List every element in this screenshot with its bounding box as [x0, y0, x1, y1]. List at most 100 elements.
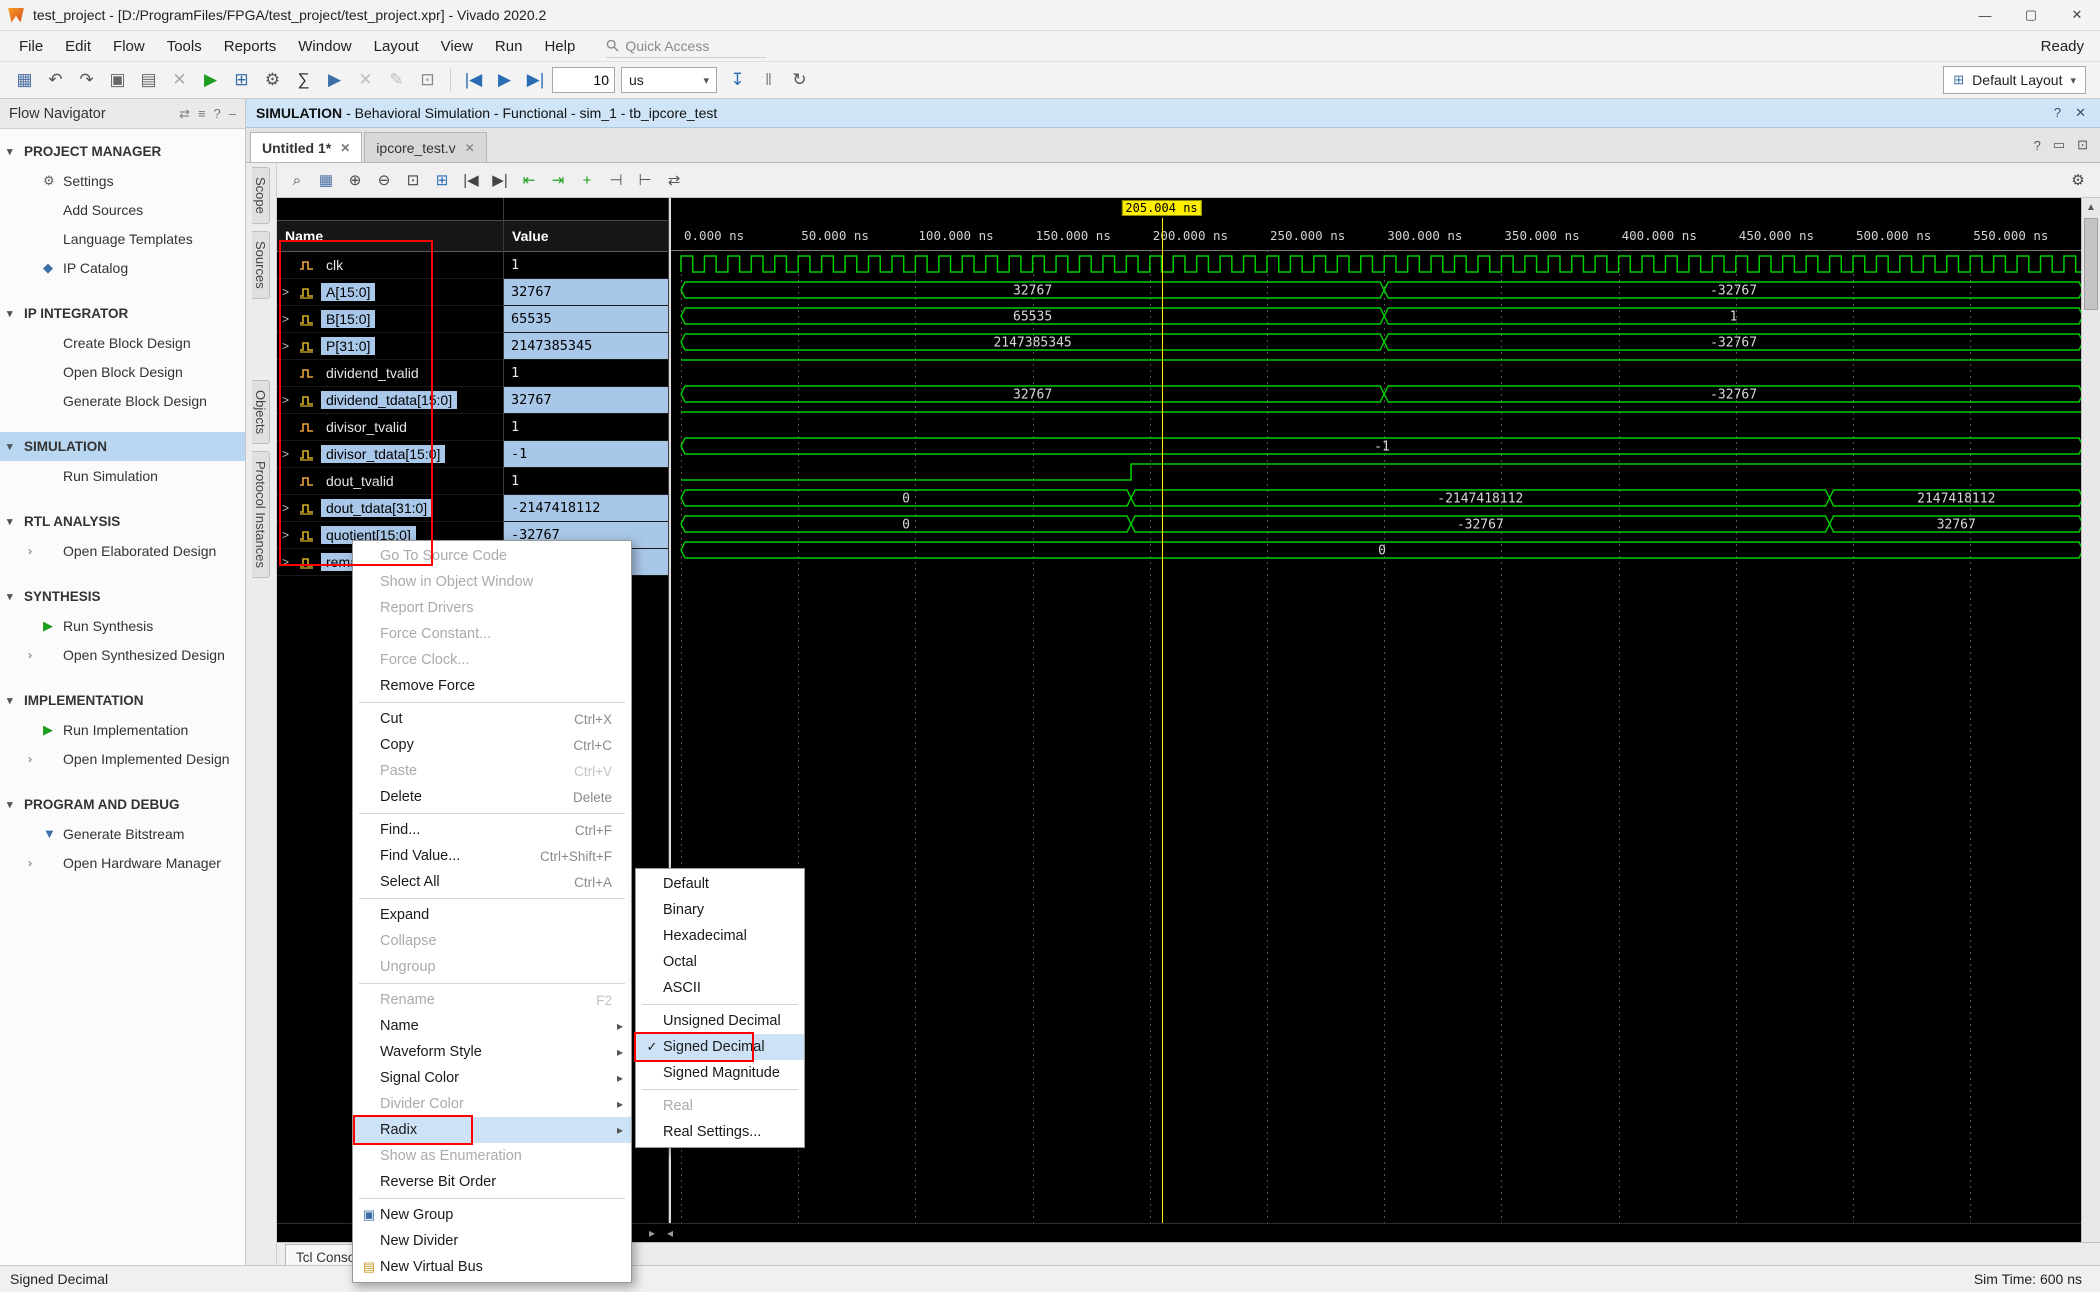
signal-value-divisor-tdata-15-0[interactable]: -1 — [504, 441, 668, 468]
toggle-icon[interactable]: ⇄ — [179, 106, 190, 122]
flow-section-header-simulation[interactable]: ▾SIMULATION — [0, 432, 245, 461]
flow-section-header-ip-integrator[interactable]: ▾IP INTEGRATOR — [0, 299, 245, 328]
wave-row-quotient-15-0[interactable]: 0-3276732767 — [671, 511, 2081, 537]
menu-run[interactable]: Run — [484, 38, 534, 55]
next-edge-icon[interactable]: ⊢ — [632, 168, 658, 192]
radix-option-unsigned-decimal[interactable]: Unsigned Decimal — [636, 1008, 804, 1034]
run-all-icon[interactable]: ▶ — [490, 67, 519, 93]
dashboard-icon[interactable]: ⊞ — [227, 67, 256, 93]
flow-item-open-synthesized-design[interactable]: ›Open Synthesized Design — [0, 640, 245, 669]
signal-name-row-dout-tdata-31-0[interactable]: >dout_tdata[31:0] — [277, 495, 503, 522]
context-menu-item-reverse-bit-order[interactable]: Reverse Bit Order — [353, 1169, 631, 1195]
waveform-canvas[interactable]: 205.004 ns 0.000 ns50.000 ns100.000 ns15… — [669, 198, 2081, 1223]
waveform-settings-gear-icon[interactable]: ⚙ — [2065, 168, 2091, 192]
expand-arrow-icon[interactable]: › — [28, 544, 43, 558]
signal-value-dividend-tdata-15-0[interactable]: 32767 — [504, 387, 668, 414]
context-menu-item-cut[interactable]: CutCtrl+X — [353, 706, 631, 732]
relaunch-icon[interactable]: ↻ — [785, 67, 814, 93]
collapse-caret-icon[interactable]: ▾ — [7, 798, 24, 811]
cursor-time-label[interactable]: 205.004 ns — [1121, 200, 1201, 216]
flow-item-open-hardware-manager[interactable]: ›Open Hardware Manager — [0, 848, 245, 877]
quick-access-search[interactable]: Quick Access — [606, 35, 766, 58]
signal-value-divisor-tvalid[interactable]: 1 — [504, 414, 668, 441]
context-menu-item-radix[interactable]: Radix▸ — [353, 1117, 631, 1143]
menu-help[interactable]: Help — [533, 38, 586, 55]
flow-item-ip-catalog[interactable]: ◆IP Catalog — [0, 253, 245, 282]
next-transition-icon[interactable]: ⇥ — [545, 168, 571, 192]
report-sigma-icon[interactable]: ∑ — [289, 67, 318, 93]
tab-close-icon[interactable]: ✕ — [340, 141, 350, 155]
collapse-caret-icon[interactable]: ▾ — [7, 590, 24, 603]
wave-row-a-15-0[interactable]: 32767-32767 — [671, 277, 2081, 303]
collapse-caret-icon[interactable]: ▾ — [7, 307, 24, 320]
flow-section-header-project-manager[interactable]: ▾PROJECT MANAGER — [0, 137, 245, 166]
flow-item-open-elaborated-design[interactable]: ›Open Elaborated Design — [0, 536, 245, 565]
run-for-time-icon[interactable]: ↧ — [723, 67, 752, 93]
menu-tools[interactable]: Tools — [156, 38, 213, 55]
expand-arrow-icon[interactable]: > — [277, 501, 299, 515]
swap-cursor-icon[interactable]: ⇄ — [661, 168, 687, 192]
clear-breakpoints-icon[interactable]: ✕ — [351, 67, 380, 93]
signal-value-b-15-0[interactable]: 65535 — [504, 306, 668, 333]
flow-item-run-implementation[interactable]: ▶Run Implementation — [0, 715, 245, 744]
pause-icon[interactable]: ‖ — [754, 67, 783, 93]
time-unit-dropdown[interactable]: us ▾ — [621, 67, 717, 93]
layout-selector[interactable]: ⊞ Default Layout ▾ — [1943, 66, 2086, 94]
menu-file[interactable]: File — [8, 38, 54, 55]
float-icon[interactable]: ▭ — [2053, 137, 2065, 153]
expand-arrow-icon[interactable]: > — [277, 285, 299, 299]
context-menu-item-remove-force[interactable]: Remove Force — [353, 673, 631, 699]
flow-section-header-implementation[interactable]: ▾IMPLEMENTATION — [0, 686, 245, 715]
wave-row-dividend-tdata-15-0[interactable]: 32767-32767 — [671, 381, 2081, 407]
wave-row-dout-tvalid[interactable] — [671, 459, 2081, 485]
context-menu-item-waveform-style[interactable]: Waveform Style▸ — [353, 1039, 631, 1065]
radix-option-octal[interactable]: Octal — [636, 949, 804, 975]
context-menu-item-name[interactable]: Name▸ — [353, 1013, 631, 1039]
context-menu-item-new-group[interactable]: ▣New Group — [353, 1202, 631, 1228]
pin-icon[interactable]: ≡ — [198, 106, 206, 122]
signal-value-p-31-0[interactable]: 2147385345 — [504, 333, 668, 360]
signal-name-row-clk[interactable]: clk — [277, 252, 503, 279]
copy-icon[interactable]: ▣ — [103, 67, 132, 93]
run-flow-icon[interactable]: ▶ — [196, 67, 225, 93]
probe-icon[interactable]: ⊡ — [413, 67, 442, 93]
flow-item-run-simulation[interactable]: Run Simulation — [0, 461, 245, 490]
expand-arrow-icon[interactable]: › — [28, 856, 43, 870]
wave-row-divisor-tdata-15-0[interactable]: -1 — [671, 433, 2081, 459]
context-menu-item-new-virtual-bus[interactable]: ▤New Virtual Bus — [353, 1254, 631, 1280]
context-menu-item-copy[interactable]: CopyCtrl+C — [353, 732, 631, 758]
expand-arrow-icon[interactable]: > — [277, 312, 299, 326]
find-icon[interactable]: ⌕ — [284, 168, 310, 192]
flow-item-add-sources[interactable]: Add Sources — [0, 195, 245, 224]
scrollbar-thumb[interactable] — [2084, 218, 2098, 310]
radix-option-real-settings[interactable]: Real Settings... — [636, 1119, 804, 1145]
collapse-caret-icon[interactable]: ▾ — [7, 515, 24, 528]
zoom-fit-icon[interactable]: ⊡ — [400, 168, 426, 192]
vertical-scrollbar[interactable]: ▲ — [2081, 198, 2100, 1242]
signal-name-row-divisor-tdata-15-0[interactable]: >divisor_tdata[15:0] — [277, 441, 503, 468]
prev-transition-icon[interactable]: ⇤ — [516, 168, 542, 192]
context-menu-item-delete[interactable]: DeleteDelete — [353, 784, 631, 810]
menu-layout[interactable]: Layout — [363, 38, 430, 55]
context-menu-item-find-value[interactable]: Find Value...Ctrl+Shift+F — [353, 843, 631, 869]
flow-item-settings[interactable]: ⚙Settings — [0, 166, 245, 195]
side-tab-sources[interactable]: Sources — [252, 231, 270, 299]
signal-value-dout-tdata-31-0[interactable]: -2147418112 — [504, 495, 668, 522]
expand-arrow-icon[interactable]: › — [28, 648, 43, 662]
save-wave-icon[interactable]: ▦ — [313, 168, 339, 192]
sim-time-input[interactable] — [552, 67, 615, 93]
expand-arrow-icon[interactable]: > — [277, 528, 299, 542]
add-marker-icon[interactable]: + — [574, 168, 600, 192]
scroll-up-icon[interactable]: ▲ — [2082, 198, 2100, 216]
radix-option-hexadecimal[interactable]: Hexadecimal — [636, 923, 804, 949]
save-icon[interactable]: ▦ — [10, 67, 39, 93]
delete-icon[interactable]: ✕ — [165, 67, 194, 93]
side-tab-protocol-instances[interactable]: Protocol Instances — [252, 451, 270, 578]
wave-row-b-15-0[interactable]: 655351 — [671, 303, 2081, 329]
side-tab-objects[interactable]: Objects — [252, 380, 270, 444]
wave-row-p-31-0[interactable]: 2147385345-32767 — [671, 329, 2081, 355]
collapse-caret-icon[interactable]: ▾ — [7, 694, 24, 707]
signal-name-row-dout-tvalid[interactable]: dout_tvalid — [277, 468, 503, 495]
redo-icon[interactable]: ↷ — [72, 67, 101, 93]
expand-arrow-icon[interactable]: > — [277, 447, 299, 461]
